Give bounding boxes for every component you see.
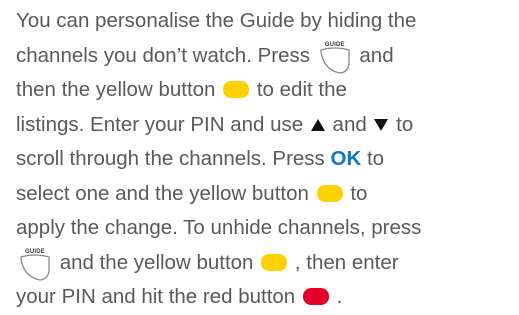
instruction-text: to <box>396 112 414 136</box>
instruction-line-7: apply the change. To unhide channels, pr… <box>16 211 516 246</box>
instruction-line-9: your PIN and hit the red button . <box>16 280 516 315</box>
instruction-text: , then enter <box>294 250 399 274</box>
instruction-text: You can personalise the Guide by hiding … <box>16 9 417 32</box>
instruction-text: channels you don’t watch. Press <box>16 43 310 67</box>
up-triangle-icon <box>310 118 325 131</box>
instruction-text: apply the change. To unhide channels, pr… <box>16 216 422 239</box>
instruction-text: and <box>332 112 367 136</box>
guide-instructions: You can personalise the Guide by hiding … <box>16 4 516 315</box>
instruction-text: and <box>359 43 394 67</box>
guide-key-icon: GUIDE <box>18 248 52 282</box>
instruction-text: scroll through the channels. Press <box>16 147 325 170</box>
guide-key-label: GUIDE <box>324 41 345 48</box>
instruction-text: select one and the yellow button <box>16 181 309 205</box>
yellow-button-icon <box>316 184 343 202</box>
red-button-icon <box>302 288 329 305</box>
guide-key-label: GUIDE <box>24 248 45 255</box>
instruction-line-5: scroll through the channels. Press OK to <box>16 142 516 177</box>
yellow-button-icon <box>261 253 288 271</box>
guide-key-icon: GUIDE <box>318 41 352 75</box>
instruction-line-2: channels you don’t watch. Press GUIDE an… <box>16 39 516 74</box>
instruction-text: listings. Enter your PIN and use <box>16 112 304 136</box>
instruction-text: to <box>366 147 385 170</box>
instruction-line-4: listings. Enter your PIN and use and to <box>16 108 516 143</box>
instruction-line-6: select one and the yellow button to <box>16 177 516 212</box>
instruction-text: to <box>350 181 368 205</box>
instruction-line-3: then the yellow button to edit the <box>16 73 516 108</box>
yellow-button-icon <box>223 81 250 98</box>
instruction-text: and the yellow button <box>59 250 254 274</box>
instruction-line-8: GUIDE and the yellow button , then enter <box>16 246 516 281</box>
instruction-text: your PIN and hit the red button <box>16 285 296 308</box>
ok-key-label: OK <box>330 147 362 170</box>
instruction-text: to edit the <box>256 78 347 101</box>
instruction-line-1: You can personalise the Guide by hiding … <box>16 4 516 39</box>
instruction-text: . <box>336 285 343 308</box>
instruction-text: then the yellow button <box>16 78 216 101</box>
down-triangle-icon <box>374 118 389 131</box>
